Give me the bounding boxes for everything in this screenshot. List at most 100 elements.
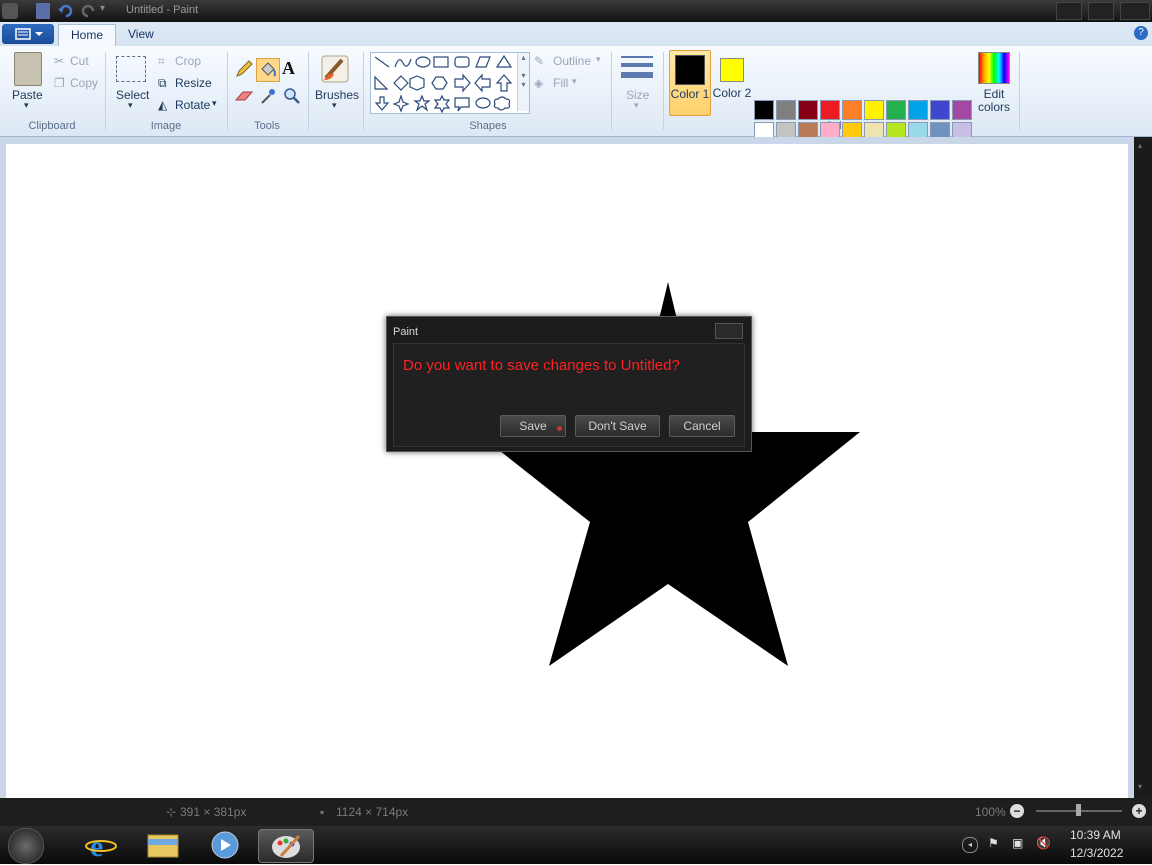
customize-qat-icon[interactable]: ▾ <box>100 3 112 19</box>
palette-swatch[interactable] <box>886 100 906 120</box>
magnifier-icon[interactable] <box>282 86 302 106</box>
palette-swatch[interactable] <box>842 100 862 120</box>
brushes-button[interactable]: Brushes <box>315 88 359 102</box>
dialog-close-button[interactable] <box>715 323 743 339</box>
palette-swatch[interactable] <box>754 100 774 120</box>
edit-colors-button[interactable]: Edit colors <box>972 88 1016 114</box>
color2-button[interactable]: Color 2 <box>712 50 752 114</box>
palette-swatch[interactable] <box>908 100 928 120</box>
group-divider <box>105 52 106 130</box>
maximize-button[interactable] <box>1088 2 1114 20</box>
palette-swatch[interactable] <box>930 100 950 120</box>
star-shape <box>476 282 860 666</box>
copy-button[interactable]: Copy <box>70 76 98 90</box>
zoom-in-icon[interactable]: + <box>1132 804 1146 818</box>
group-divider <box>363 52 364 130</box>
group-divider <box>308 52 309 130</box>
media-player-icon[interactable] <box>204 829 246 861</box>
vertical-scrollbar[interactable]: ▴ ▾ <box>1134 137 1152 798</box>
action-center-flag-icon[interactable]: ⚑ <box>988 836 999 850</box>
cursor-position-icon: ⊹ <box>166 805 177 819</box>
palette-swatch[interactable] <box>776 100 796 120</box>
scroll-down-icon[interactable]: ▾ <box>1138 782 1148 792</box>
text-tool-icon[interactable]: A <box>282 58 302 78</box>
group-divider <box>1019 52 1020 130</box>
cut-icon: ✂ <box>54 54 65 68</box>
palette-swatch[interactable] <box>864 100 884 120</box>
zoom-out-icon[interactable]: − <box>1010 804 1024 818</box>
resize-button[interactable]: Resize <box>175 76 212 90</box>
zoom-level: 100% <box>975 805 1006 819</box>
save-button[interactable]: Save <box>500 415 566 437</box>
shapes-scroll[interactable]: ▴ ▾ ▾ <box>517 53 529 111</box>
help-icon[interactable]: ? <box>1134 26 1148 40</box>
group-divider <box>227 52 228 130</box>
minimize-button[interactable] <box>1056 2 1082 20</box>
rotate-dropdown-icon[interactable]: ▾ <box>212 98 217 109</box>
size-dropdown-icon[interactable]: ▾ <box>634 100 639 111</box>
ribbon: Paste ▾ ✂ Cut ❐ Copy Clipboard Select ▾ … <box>0 46 1152 164</box>
volume-muted-icon[interactable]: 🔇 <box>1036 836 1051 850</box>
color1-label: Color 1 <box>670 87 710 101</box>
palette-swatch[interactable] <box>952 100 972 120</box>
fill-button[interactable]: Fill <box>553 76 568 90</box>
file-explorer-icon[interactable] <box>142 829 184 861</box>
clock-date[interactable]: 12/3/2022 <box>1070 846 1123 860</box>
paint-taskbar-icon[interactable] <box>258 829 314 863</box>
scroll-up-icon[interactable]: ▴ <box>1138 141 1148 151</box>
title-bar: ▾ Untitled - Paint <box>0 0 1152 22</box>
paint-app-icon[interactable] <box>2 3 18 19</box>
outline-button[interactable]: Outline <box>553 54 591 68</box>
close-button[interactable] <box>1120 2 1150 20</box>
save-changes-dialog: Paint Do you want to save changes to Unt… <box>386 316 752 452</box>
redo-icon[interactable] <box>80 3 96 19</box>
paste-dropdown-icon[interactable]: ▾ <box>24 100 29 111</box>
palette-swatch[interactable] <box>820 100 840 120</box>
select-icon[interactable] <box>116 56 146 82</box>
color1-button[interactable]: Color 1 <box>669 50 711 116</box>
paste-icon[interactable] <box>14 52 42 86</box>
tab-view[interactable]: View <box>116 24 166 45</box>
fill-dropdown-icon[interactable]: ▾ <box>572 76 577 87</box>
outline-dropdown-icon[interactable]: ▾ <box>596 54 601 65</box>
drawing-canvas[interactable] <box>6 144 1128 798</box>
dialog-title: Paint <box>393 326 419 338</box>
brushes-icon[interactable] <box>318 52 352 86</box>
copy-icon: ❐ <box>54 76 65 90</box>
eraser-icon[interactable] <box>234 88 254 104</box>
outline-icon: ✎ <box>534 54 545 68</box>
tools-group-label: Tools <box>254 120 280 132</box>
paint-menu-button[interactable] <box>2 24 54 44</box>
cursor-position: 391 × 381px <box>180 805 247 819</box>
clock-time[interactable]: 10:39 AM <box>1070 828 1121 842</box>
internet-explorer-icon[interactable]: e <box>80 829 122 863</box>
network-icon[interactable]: ▣ <box>1012 836 1023 850</box>
dont-save-button[interactable]: Don't Save <box>575 415 660 437</box>
fill-bucket-icon[interactable] <box>256 58 280 82</box>
canvas-size-icon: ▪ <box>320 805 325 819</box>
cut-button[interactable]: Cut <box>70 54 89 68</box>
zoom-slider-thumb[interactable] <box>1076 804 1081 816</box>
save-quick-icon[interactable] <box>36 3 50 19</box>
pencil-icon[interactable] <box>234 59 254 79</box>
shapes-gallery-icons <box>374 54 513 114</box>
fill-icon: ◈ <box>534 76 544 90</box>
shapes-gallery[interactable]: ▴ ▾ ▾ <box>370 52 530 114</box>
size-icon[interactable] <box>621 54 653 82</box>
clipboard-group-label: Clipboard <box>28 120 76 132</box>
svg-text:e: e <box>90 830 103 861</box>
select-dropdown-icon[interactable]: ▾ <box>128 100 133 111</box>
color2-label: Color 2 <box>712 86 752 100</box>
cancel-button[interactable]: Cancel <box>669 415 735 437</box>
status-bar: ⊹ 391 × 381px ▪ 1124 × 714px 100% − + <box>0 798 1152 826</box>
crop-button[interactable]: Crop <box>175 54 201 68</box>
tab-home[interactable]: Home <box>58 24 117 46</box>
color-picker-icon[interactable] <box>258 86 278 106</box>
edit-colors-icon[interactable] <box>978 52 1010 84</box>
start-button[interactable] <box>8 828 44 864</box>
palette-swatch[interactable] <box>798 100 818 120</box>
brushes-dropdown-icon[interactable]: ▾ <box>332 100 337 111</box>
rotate-button[interactable]: Rotate <box>175 98 210 112</box>
undo-icon[interactable] <box>58 3 74 19</box>
show-hidden-icons-icon[interactable]: ◂ <box>962 837 978 853</box>
